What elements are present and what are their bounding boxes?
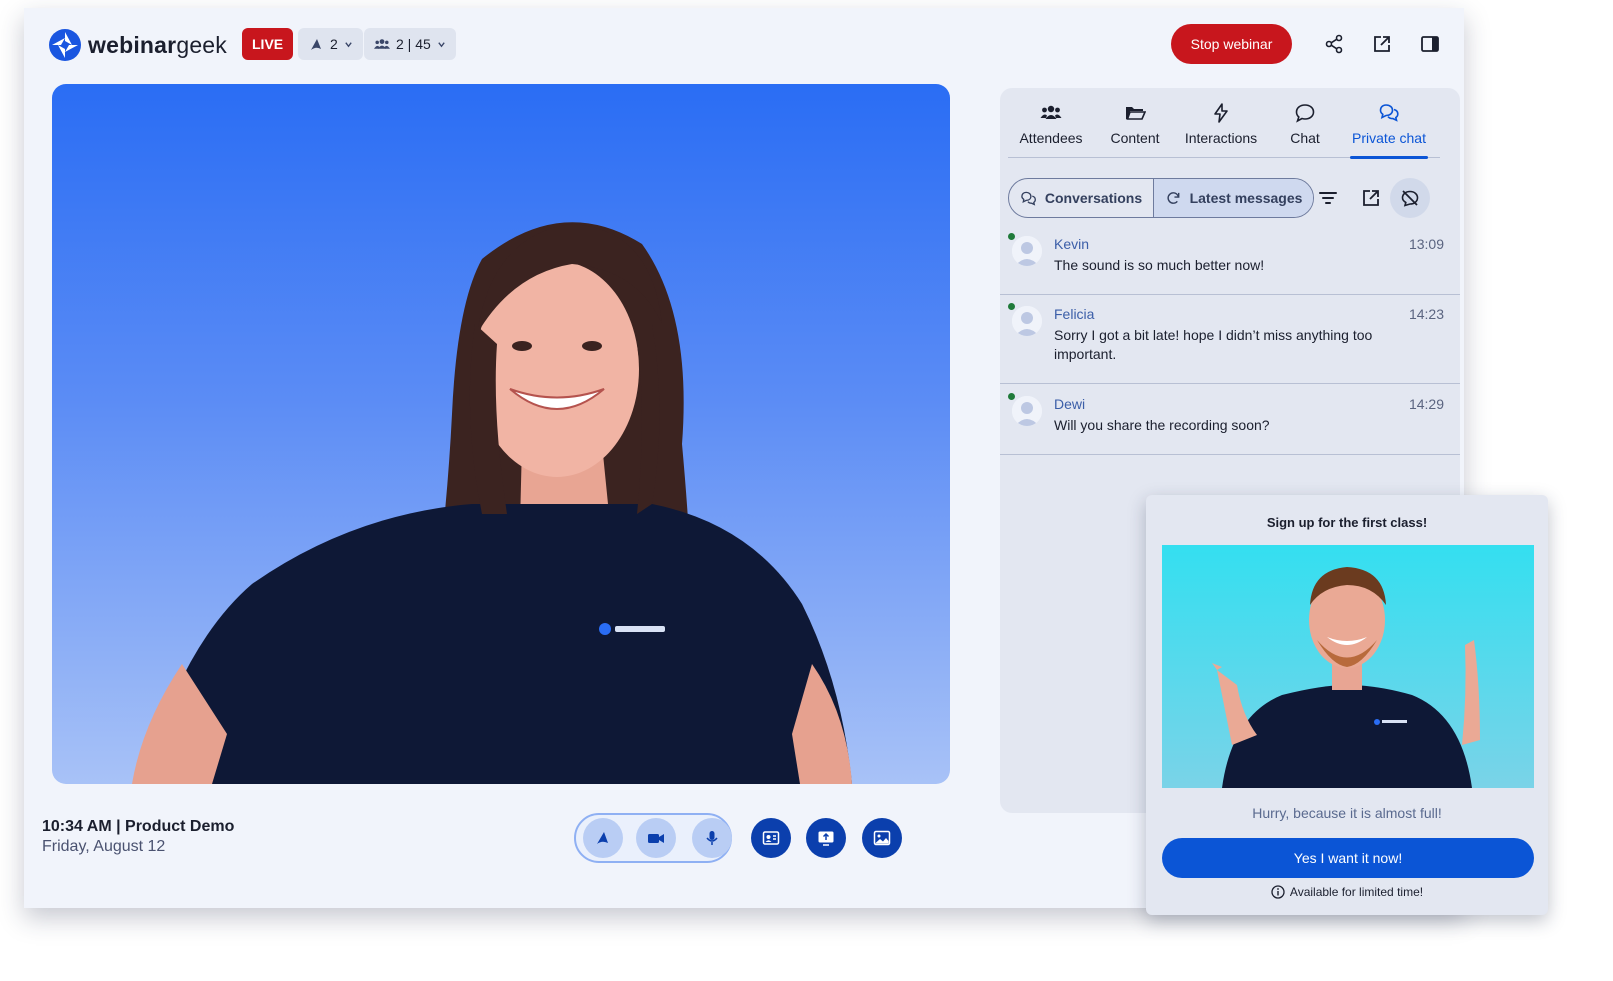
conversations-icon	[1021, 191, 1036, 206]
lightning-icon	[1214, 103, 1228, 123]
offer-subtitle: Hurry, because it is almost full!	[1252, 805, 1442, 821]
tab-chat[interactable]: Chat	[1262, 102, 1348, 158]
chevron-down-icon	[438, 41, 445, 47]
user-avatar-icon	[1012, 396, 1042, 426]
chat-off-icon	[1401, 190, 1419, 207]
message-item[interactable]: Kevin 13:09 The sound is so much better …	[1000, 224, 1460, 295]
message-text: The sound is so much better now!	[1054, 257, 1265, 273]
share-icon	[1325, 34, 1343, 54]
screen-share-button[interactable]	[806, 818, 846, 858]
tab-content[interactable]: Content	[1092, 102, 1178, 158]
message-time: 14:23	[1408, 306, 1444, 322]
private-chat-icon	[1379, 104, 1399, 122]
stop-webinar-button[interactable]: Stop webinar	[1171, 24, 1292, 64]
microphone-icon	[706, 831, 718, 845]
image-icon	[873, 830, 891, 846]
tab-attendees[interactable]: Attendees	[1008, 102, 1094, 158]
tab-private-chat[interactable]: Private chat	[1346, 102, 1432, 159]
offer-note-text: Available for limited time!	[1289, 885, 1424, 899]
message-item[interactable]: Dewi 14:29 Will you share the recording …	[1000, 384, 1460, 455]
offer-cta-button[interactable]: Yes I want it now!	[1162, 838, 1534, 878]
avatar	[1012, 306, 1042, 336]
logo-wordmark-light: geek	[176, 31, 228, 58]
contact-card-icon	[762, 831, 780, 845]
tab-label: Interactions	[1184, 130, 1258, 146]
presenter-toggle-button[interactable]	[583, 818, 623, 858]
refresh-chat-icon	[1167, 191, 1179, 204]
message-sender: Felicia	[1054, 306, 1095, 322]
disable-chat-button[interactable]	[1390, 178, 1430, 218]
webinargeek-logo-icon	[49, 29, 81, 61]
tab-label: Private chat	[1352, 130, 1426, 146]
live-badge: LIVE	[242, 28, 294, 60]
message-time: 14:29	[1408, 396, 1444, 412]
latest-messages-toggle-button[interactable]: Latest messages	[1154, 179, 1313, 217]
message-sender: Dewi	[1054, 396, 1086, 412]
message-sender: Kevin	[1054, 236, 1090, 252]
video-stage	[52, 84, 950, 784]
presenter-video	[132, 222, 852, 784]
offer-image	[1162, 545, 1534, 788]
filter-button[interactable]	[1312, 182, 1344, 214]
attendees-count: 2 | 45	[396, 36, 431, 52]
image-share-button[interactable]	[862, 818, 902, 858]
camera-icon	[648, 834, 664, 843]
share-button[interactable]	[1320, 30, 1348, 58]
user-avatar-icon	[1012, 306, 1042, 336]
user-avatar-icon	[1012, 236, 1042, 266]
tab-label: Content	[1110, 130, 1160, 146]
message-text: Will you share the recording soon?	[1054, 417, 1270, 433]
conversation-view-toggle: Conversations Latest messages	[1008, 178, 1314, 218]
webinargeek-logo: webinargeek	[48, 28, 227, 62]
message-time: 13:09	[1408, 236, 1444, 252]
attendees-icon	[1040, 105, 1062, 119]
chat-bubble-icon	[1295, 104, 1315, 123]
screen-share-icon	[818, 831, 834, 846]
presenters-dropdown[interactable]: 2	[298, 28, 363, 60]
offer-title: Sign up for the first class!	[1266, 515, 1428, 530]
toggle-panel-button[interactable]	[1416, 30, 1444, 58]
message-text: Sorry I got a bit late! hope I didn’t mi…	[1054, 327, 1373, 362]
panel-toggle-icon	[1421, 36, 1439, 52]
presenter-icon	[597, 832, 608, 844]
attendees-dropdown[interactable]: 2 | 45	[364, 28, 456, 60]
latest-messages-label: Latest messages	[1189, 190, 1303, 206]
folder-icon	[1126, 107, 1146, 120]
side-panel-tabs: Attendees Content Interactions Chat Priv…	[1008, 102, 1440, 159]
presenters-count: 2	[330, 36, 338, 52]
offer-note: Available for limited time!	[1146, 885, 1548, 899]
session-date: Friday, August 12	[42, 838, 166, 855]
open-external-button[interactable]	[1368, 30, 1396, 58]
contact-card-button[interactable]	[751, 818, 791, 858]
online-indicator	[1008, 393, 1015, 400]
people-icon	[374, 39, 390, 49]
online-indicator	[1008, 303, 1015, 310]
tab-interactions[interactable]: Interactions	[1178, 102, 1264, 158]
offer-popup: Sign up for the first class! Hurry, beca…	[1146, 495, 1548, 915]
session-time-title: 10:34 AM | Product Demo	[42, 818, 235, 835]
conversations-toggle-button[interactable]: Conversations	[1009, 179, 1155, 217]
logo-wordmark-strong: webinar	[88, 31, 177, 58]
tab-label: Chat	[1290, 130, 1320, 146]
avatar	[1012, 236, 1042, 266]
avatar	[1012, 396, 1042, 426]
logo-wordmark: webinargeek	[88, 32, 227, 59]
camera-toggle-button[interactable]	[636, 818, 676, 858]
external-link-icon	[1363, 190, 1379, 206]
tab-label: Attendees	[1019, 130, 1083, 146]
presenter-icon	[311, 39, 321, 50]
microphone-toggle-button[interactable]	[692, 818, 732, 858]
message-item[interactable]: Felicia 14:23 Sorry I got a bit late! ho…	[1000, 294, 1460, 384]
external-link-icon	[1374, 36, 1390, 52]
offer-person-photo	[1212, 567, 1480, 788]
filter-icon	[1319, 192, 1337, 204]
conversations-label: Conversations	[1044, 190, 1143, 206]
info-icon	[1271, 885, 1285, 899]
chevron-down-icon	[345, 41, 352, 47]
online-indicator	[1008, 233, 1015, 240]
popout-chat-button[interactable]	[1355, 182, 1387, 214]
